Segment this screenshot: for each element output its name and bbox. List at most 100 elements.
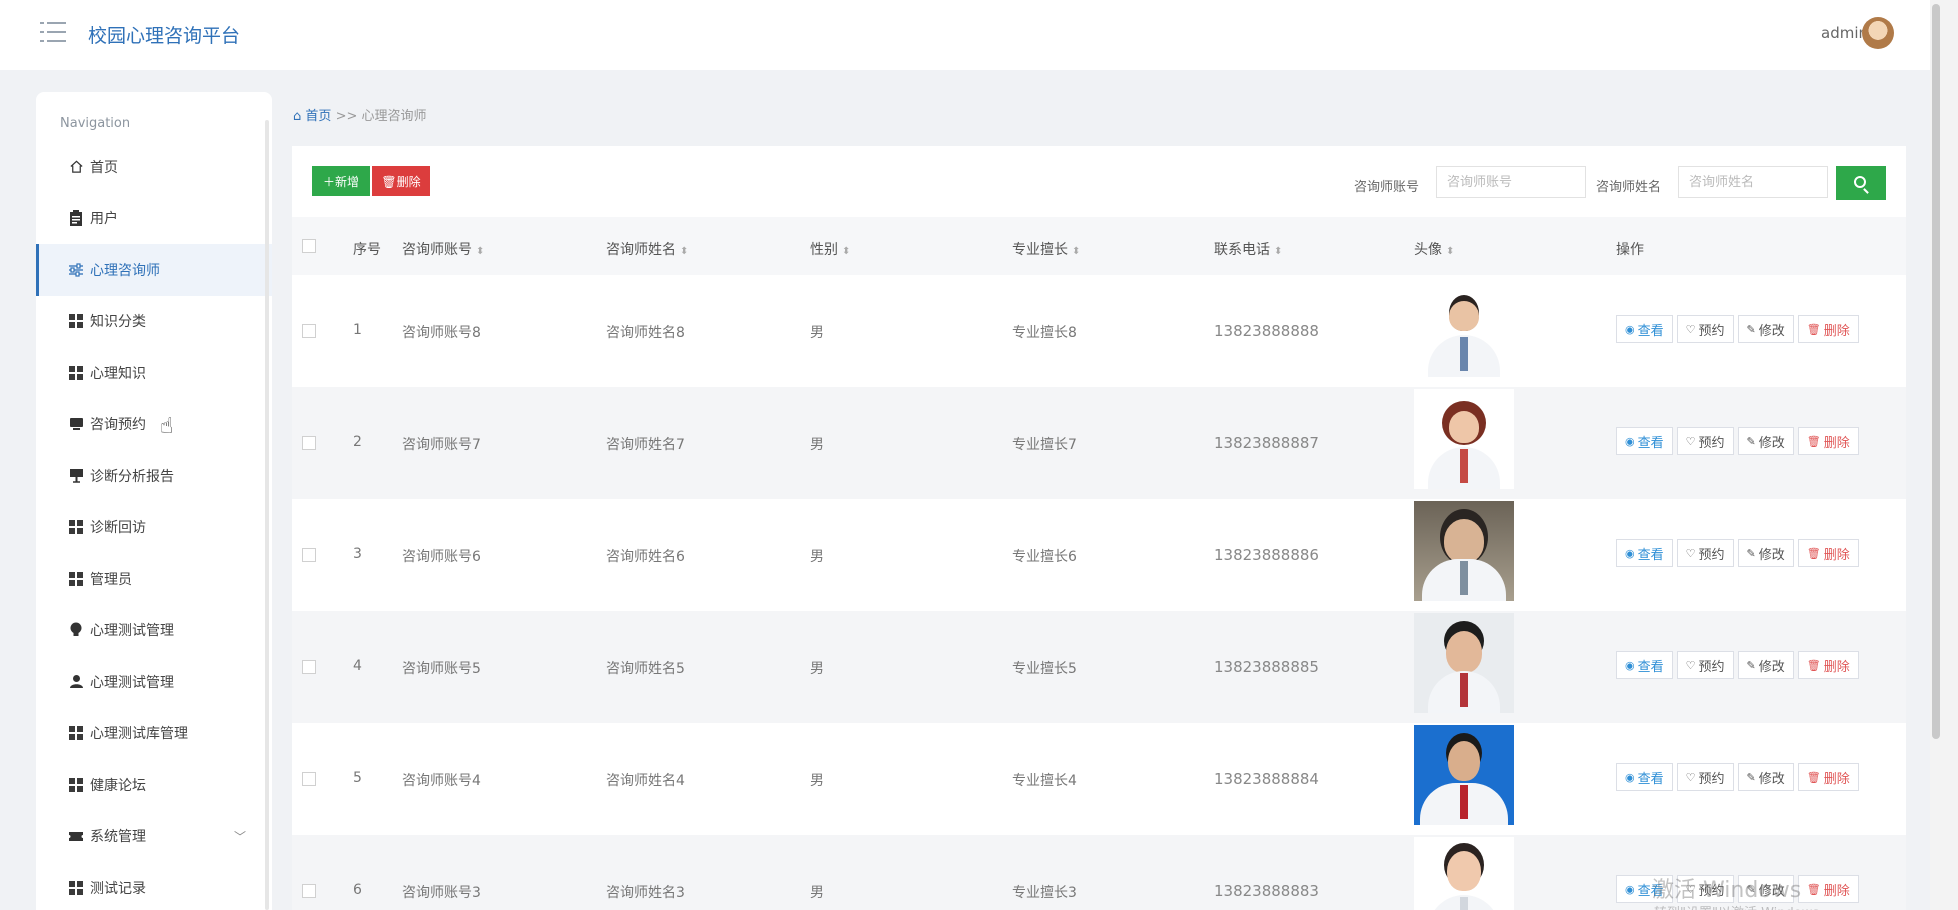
sidebar-item-label: 心理测试库管理 <box>90 726 188 743</box>
view-button[interactable]: ◉ 查看 <box>1616 315 1673 343</box>
nav-title: Navigation <box>60 116 131 131</box>
counselor-photo[interactable] <box>1414 613 1514 713</box>
counselor-photo[interactable] <box>1414 837 1514 910</box>
row-checkbox[interactable] <box>302 324 316 338</box>
sidebar-item-reports[interactable]: 诊断分析报告 <box>36 450 272 502</box>
search-button[interactable] <box>1836 166 1886 200</box>
sidebar-item-test-management[interactable]: 心理测试管理 <box>36 605 272 657</box>
edit-button[interactable]: ✎ 修改 <box>1737 651 1794 679</box>
view-button[interactable]: ◉ 查看 <box>1616 539 1673 567</box>
counselor-photo[interactable] <box>1414 501 1514 601</box>
edit-icon: ✎ <box>1746 658 1756 672</box>
sidebar-item-label: 管理员 <box>90 571 132 588</box>
sidebar-item-home[interactable]: 首页 <box>36 141 272 193</box>
windows-activation-watermark: 激活 Windows <box>1652 878 1802 903</box>
column-header-account[interactable]: 咨询师账号 ⬍ <box>402 239 484 259</box>
sidebar-item-follow-up[interactable]: 诊断回访 <box>36 502 272 554</box>
remove-button[interactable]: 🗑 删除 <box>1797 315 1859 343</box>
cell-account: 咨询师账号4 <box>402 773 481 789</box>
counselor-photo[interactable] <box>1414 277 1514 377</box>
sidebar-item-label: 心理测试管理 <box>90 674 174 691</box>
breadcrumb-separator: >> <box>335 109 358 124</box>
sidebar-item-label: 健康论坛 <box>90 777 146 794</box>
sidebar-item-knowledge-category[interactable]: 知识分类 <box>36 296 272 348</box>
edit-icon: ✎ <box>1746 770 1756 784</box>
sidebar-item-counselors[interactable]: 心理咨询师 <box>36 244 272 296</box>
edit-button[interactable]: ✎ 修改 <box>1737 427 1794 455</box>
row-checkbox[interactable] <box>302 884 316 898</box>
easel-icon <box>68 468 84 484</box>
home-icon <box>68 159 84 175</box>
book-button[interactable]: ♡ 预约 <box>1676 427 1734 455</box>
edit-button[interactable]: ✎ 修改 <box>1737 763 1794 791</box>
account-search-input[interactable] <box>1436 166 1586 198</box>
user-name[interactable]: admin <box>1821 24 1868 42</box>
page-scrollbar-thumb[interactable] <box>1932 4 1940 739</box>
sidebar-scrollbar[interactable] <box>265 120 269 910</box>
book-button[interactable]: ♡ 预约 <box>1676 651 1734 679</box>
view-button[interactable]: ◉ 查看 <box>1616 763 1673 791</box>
select-all-checkbox[interactable] <box>302 239 316 253</box>
sidebar-item-knowledge[interactable]: 心理知识 <box>36 347 272 399</box>
breadcrumb: ⌂ 首页 >> 心理咨询师 <box>293 105 427 124</box>
sidebar-item-system[interactable]: 系统管理 ﹀ <box>36 811 272 863</box>
edit-button[interactable]: ✎ 修改 <box>1737 539 1794 567</box>
sort-icon: ⬍ <box>1274 246 1283 257</box>
trash-icon: 🗑 <box>1806 770 1821 784</box>
book-button[interactable]: ♡ 预约 <box>1676 763 1734 791</box>
book-button[interactable]: ♡ 预约 <box>1676 539 1734 567</box>
trash-icon: 🗑 <box>1806 882 1821 896</box>
brand-title[interactable]: 校园心理咨询平台 <box>88 21 240 48</box>
counselor-photo[interactable] <box>1414 725 1514 825</box>
home-icon: ⌂ <box>293 109 302 124</box>
book-button[interactable]: ♡ 预约 <box>1676 315 1734 343</box>
column-header-name[interactable]: 咨询师姓名 ⬍ <box>606 239 688 259</box>
remove-button[interactable]: 🗑 删除 <box>1797 427 1859 455</box>
cell-index: 4 <box>353 658 362 674</box>
name-search-input[interactable] <box>1678 166 1828 198</box>
sidebar-item-users[interactable]: 用户 <box>36 193 272 245</box>
remove-button[interactable]: 🗑 删除 <box>1797 763 1859 791</box>
remove-button[interactable]: 🗑 删除 <box>1797 875 1859 903</box>
column-header-gender[interactable]: 性别 ⬍ <box>810 239 850 259</box>
sliders-icon <box>68 262 84 278</box>
cell-name: 咨询师姓名7 <box>606 437 685 453</box>
view-button[interactable]: ◉ 查看 <box>1616 651 1673 679</box>
cell-specialty: 专业擅长3 <box>1012 885 1077 901</box>
hamburger-menu-icon[interactable] <box>40 22 66 44</box>
remove-button[interactable]: 🗑 删除 <box>1797 651 1859 679</box>
row-checkbox[interactable] <box>302 660 316 674</box>
counselor-photo[interactable] <box>1414 389 1514 489</box>
cell-gender: 男 <box>810 325 824 341</box>
sidebar-item-test-library[interactable]: 心理测试库管理 <box>36 708 272 760</box>
view-button[interactable]: ◉ 查看 <box>1616 427 1673 455</box>
remove-button[interactable]: 🗑 删除 <box>1797 539 1859 567</box>
sidebar-item-test-records[interactable]: 测试记录 <box>36 862 272 910</box>
edit-button[interactable]: ✎ 修改 <box>1737 315 1794 343</box>
grid-icon <box>68 880 84 896</box>
nav-list: 首页 用户 心理咨询师 知识分类 心理知识 咨询预约 诊断分析报告 诊断回访 管… <box>36 141 272 910</box>
column-header-specialty[interactable]: 专业擅长 ⬍ <box>1012 239 1080 259</box>
table-row: 3 咨询师账号6 咨询师姓名6 男 专业擅长6 13823888886 ◉ 查看 … <box>292 499 1906 611</box>
sidebar-item-label: 首页 <box>90 159 118 176</box>
sidebar-item-forum[interactable]: 健康论坛 <box>36 759 272 811</box>
sidebar-item-test-management-2[interactable]: 心理测试管理 <box>36 656 272 708</box>
row-actions: ◉ 查看 ♡ 预约 ✎ 修改 🗑 删除 <box>1616 539 1863 567</box>
column-header-phone[interactable]: 联系电话 ⬍ <box>1214 239 1282 259</box>
sidebar-item-admins[interactable]: 管理员 <box>36 553 272 605</box>
user-avatar[interactable] <box>1862 17 1894 49</box>
cell-account: 咨询师账号8 <box>402 325 481 341</box>
sidebar-item-appointments[interactable]: 咨询预约 <box>36 399 272 451</box>
column-header-avatar[interactable]: 头像 ⬍ <box>1414 239 1454 259</box>
row-checkbox[interactable] <box>302 548 316 562</box>
heart-icon: ♡ <box>1685 546 1696 560</box>
search-icon <box>1854 176 1866 188</box>
sidebar-item-label: 诊断回访 <box>90 520 146 537</box>
breadcrumb-home[interactable]: ⌂ 首页 <box>293 109 336 124</box>
breadcrumb-current: 心理咨询师 <box>361 109 427 124</box>
delete-button[interactable]: 🗑删除 <box>372 166 430 196</box>
add-button[interactable]: ＋新增 <box>312 166 370 196</box>
row-checkbox[interactable] <box>302 772 316 786</box>
lightbulb-icon <box>68 622 84 638</box>
row-checkbox[interactable] <box>302 436 316 450</box>
